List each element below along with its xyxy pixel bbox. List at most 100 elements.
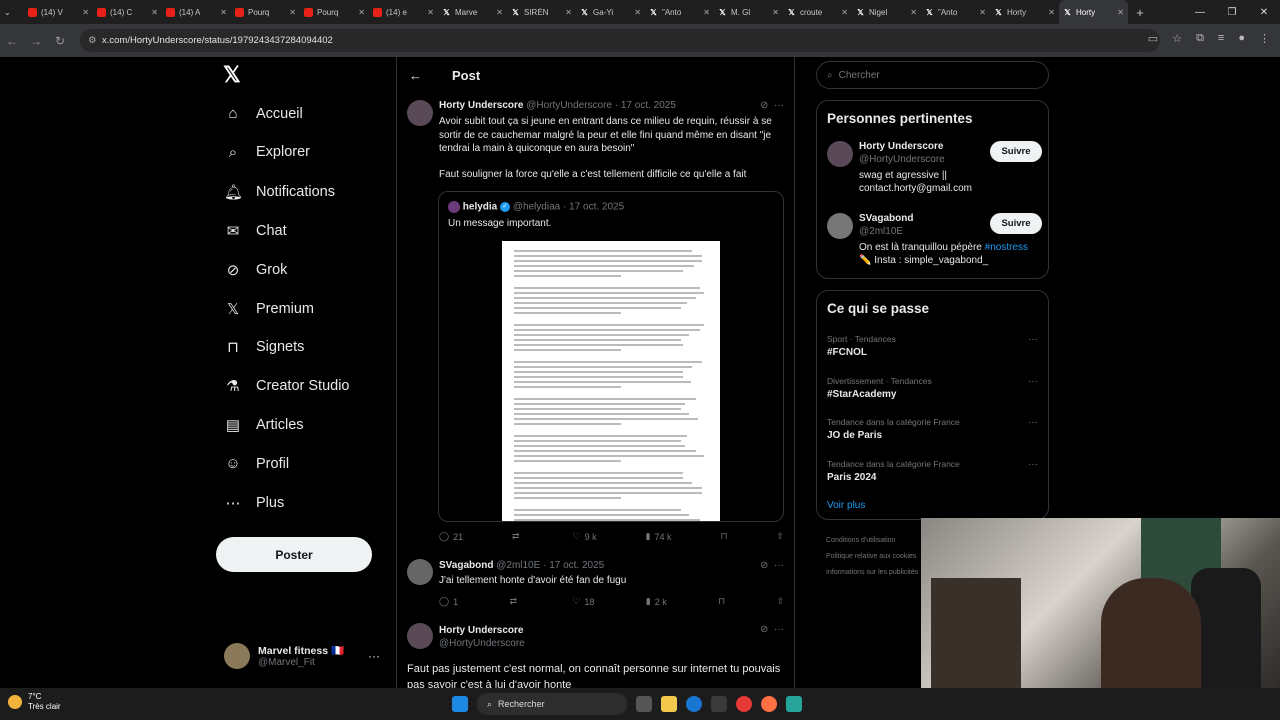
browser-tab[interactable]: 𝕏 SIRÈN ✕ — [507, 0, 576, 24]
close-tab-icon[interactable]: ✕ — [841, 8, 848, 17]
forward-icon[interactable]: → — [24, 34, 48, 48]
browser-tab[interactable]: 𝕏 "Anto ✕ — [921, 0, 990, 24]
close-tab-icon[interactable]: ✕ — [634, 8, 641, 17]
grok-icon[interactable]: ⊘ — [760, 560, 768, 571]
trend-item[interactable]: Divertissement · Tendances #StarAcademy ··… — [827, 376, 1042, 400]
avatar[interactable] — [827, 213, 853, 239]
close-window-icon[interactable]: ✕ — [1248, 7, 1280, 18]
hashtag-link[interactable]: #nostress — [985, 242, 1028, 253]
follow-button[interactable]: Suivre — [990, 141, 1042, 162]
search-input[interactable]: ⌕ Chercher — [816, 61, 1049, 89]
sidebar-item-premium[interactable]: 𝕏 Premium — [224, 300, 314, 318]
file-explorer-icon[interactable] — [661, 696, 677, 712]
close-tab-icon[interactable]: ✕ — [289, 8, 296, 17]
views-button[interactable]: ▮ 74 k — [646, 531, 672, 542]
back-icon[interactable]: ← — [0, 34, 24, 48]
sidebar-item-signets[interactable]: ⊓ Signets — [224, 338, 304, 356]
sidebar-item-accueil[interactable]: ⌂ Accueil — [224, 105, 302, 122]
weather-widget[interactable]: 7°C Très clair — [8, 692, 61, 712]
back-arrow-icon[interactable]: ← — [409, 68, 422, 83]
bookmark-icon[interactable]: ⊓ — [720, 531, 727, 542]
person-name[interactable]: Horty Underscore — [859, 141, 943, 152]
profile-icon[interactable]: ● — [1238, 32, 1245, 45]
footer-link[interactable]: Conditions d'utilisation — [826, 537, 895, 544]
more-icon[interactable]: ··· — [774, 624, 784, 635]
tab-list-button[interactable]: ⌄ — [0, 0, 24, 24]
reply-button[interactable]: ◯ 21 — [439, 531, 463, 542]
browser-tab[interactable]: (14) e ✕ — [369, 0, 438, 24]
more-icon[interactable]: ··· — [368, 649, 380, 663]
sidebar-item-notifications[interactable]: 🔔︎ Notifications — [224, 183, 335, 201]
quoted-tweet[interactable]: helydia ✓ @helydiaa · 17 oct. 2025 Un me… — [438, 191, 784, 522]
chrome-icon[interactable] — [736, 696, 752, 712]
browser-tab[interactable]: 𝕏 Marve ✕ — [438, 0, 507, 24]
see-more-link[interactable]: Voir plus — [827, 500, 865, 511]
close-tab-icon[interactable]: ✕ — [565, 8, 572, 17]
taskbar-search[interactable]: ⌕ Rechercher — [477, 693, 627, 715]
retweet-button[interactable]: ⇄ — [512, 531, 524, 542]
more-icon[interactable]: ··· — [774, 560, 784, 571]
cast-icon[interactable]: ▭ — [1148, 32, 1158, 45]
share-icon[interactable]: ⇧ — [776, 531, 784, 542]
browser-tab[interactable]: 𝕏 "Anto ✕ — [645, 0, 714, 24]
browser-tab[interactable]: 𝕏croute ✕ — [783, 0, 852, 24]
like-button[interactable]: ♡ 9 k — [573, 531, 597, 542]
more-icon[interactable]: ··· — [1028, 417, 1038, 428]
sidebar-item-explorer[interactable]: ⌕ Explorer — [224, 144, 310, 161]
close-tab-icon[interactable]: ✕ — [151, 8, 158, 17]
new-tab-button[interactable]: + — [1128, 5, 1152, 20]
close-tab-icon[interactable]: ✕ — [496, 8, 503, 17]
like-button[interactable]: ♡ 18 — [572, 596, 594, 607]
edge-icon[interactable] — [686, 696, 702, 712]
close-tab-icon[interactable]: ✕ — [772, 8, 779, 17]
sidebar-item-plus[interactable]: ⋯ Plus — [224, 494, 285, 512]
browser-tab[interactable]: (14) A ✕ — [162, 0, 231, 24]
close-tab-icon[interactable]: ✕ — [910, 8, 917, 17]
reply-button[interactable]: ◯ 1 — [439, 596, 458, 607]
close-tab-icon[interactable]: ✕ — [1117, 8, 1124, 17]
author-handle[interactable]: @HortyUnderscore — [526, 100, 612, 111]
avatar[interactable] — [407, 100, 433, 126]
author-handle[interactable]: @HortyUnderscore — [439, 638, 525, 649]
footer-link[interactable]: Informations sur les publicités — [826, 569, 918, 576]
sidebar-item-chat[interactable]: ✉ Chat — [224, 222, 287, 240]
browser-tab[interactable]: 𝕏 Nigel ✕ — [852, 0, 921, 24]
browser-tab[interactable]: 𝕏 Horty ✕ — [1059, 0, 1128, 24]
app-icon[interactable] — [786, 696, 802, 712]
close-tab-icon[interactable]: ✕ — [82, 8, 89, 17]
tab-search-icon[interactable]: ≡ — [1218, 32, 1224, 45]
avatar[interactable] — [407, 559, 433, 585]
grok-icon[interactable]: ⊘ — [760, 100, 768, 111]
more-icon[interactable]: ··· — [774, 100, 784, 111]
more-icon[interactable]: ··· — [1028, 459, 1038, 470]
document-image[interactable] — [502, 241, 720, 521]
maximize-icon[interactable]: ❐ — [1216, 7, 1248, 18]
footer-link[interactable]: Politique relative aux cookies — [826, 553, 916, 560]
tweet-date[interactable]: 17 oct. 2025 — [549, 560, 604, 571]
browser-tab[interactable]: 𝕏 Ga-Yi ✕ — [576, 0, 645, 24]
trend-item[interactable]: Sport · Tendances #FCNOL ··· — [827, 334, 1042, 358]
browser-tab[interactable]: Pourq ✕ — [231, 0, 300, 24]
sidebar-item-profil[interactable]: ☺ Profil — [224, 455, 289, 472]
more-icon[interactable]: ··· — [1028, 376, 1038, 387]
close-tab-icon[interactable]: ✕ — [703, 8, 710, 17]
site-info-icon[interactable]: ⚙ — [88, 35, 97, 46]
browser-tab[interactable]: Pourq ✕ — [300, 0, 369, 24]
post-button[interactable]: Poster — [216, 537, 372, 572]
sidebar-item-articles[interactable]: ▤ Articles — [224, 416, 304, 434]
browser-tab[interactable]: 𝕏 M. Gl ✕ — [714, 0, 783, 24]
close-tab-icon[interactable]: ✕ — [358, 8, 365, 17]
views-button[interactable]: ▮ 2 k — [646, 596, 667, 607]
minimize-icon[interactable]: — — [1184, 7, 1216, 18]
trend-item[interactable]: Tendance dans la catégorie France JO de P… — [827, 417, 1042, 441]
share-icon[interactable]: ⇧ — [776, 596, 784, 607]
avatar[interactable] — [827, 141, 853, 167]
person-name[interactable]: SVagabond — [859, 213, 913, 224]
store-icon[interactable] — [711, 696, 727, 712]
browser-tab[interactable]: (14) C ✕ — [93, 0, 162, 24]
tweet-date[interactable]: 17 oct. 2025 — [621, 100, 676, 111]
close-tab-icon[interactable]: ✕ — [220, 8, 227, 17]
sidebar-item-creator-studio[interactable]: ⚗ Creator Studio — [224, 377, 349, 395]
avatar[interactable] — [407, 623, 433, 649]
task-view-icon[interactable] — [636, 696, 652, 712]
